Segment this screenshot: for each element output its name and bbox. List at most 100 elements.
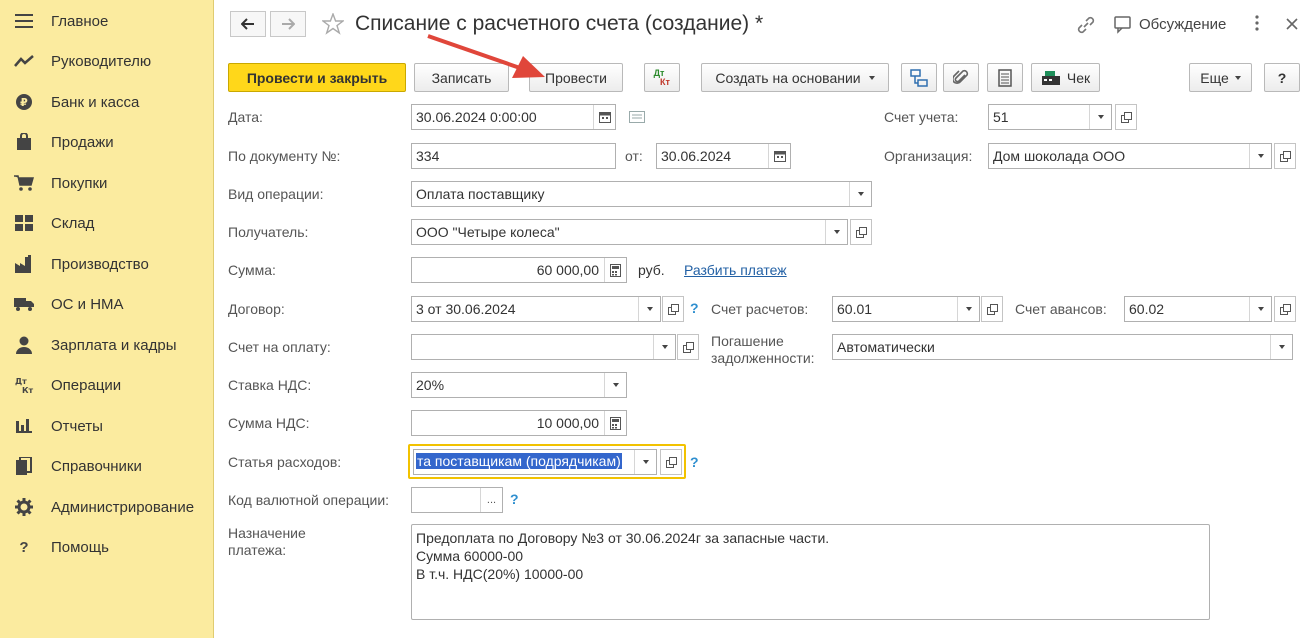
settlement-account-open-button[interactable] bbox=[981, 296, 1003, 322]
invoice-select[interactable] bbox=[411, 334, 676, 360]
vat-rate-dropdown-button[interactable] bbox=[604, 373, 626, 397]
more-button[interactable]: Еще bbox=[1189, 63, 1252, 92]
sidebar-item-purchases[interactable]: Покупки bbox=[0, 163, 214, 203]
calculator-button[interactable] bbox=[604, 258, 626, 282]
organization-open-button[interactable] bbox=[1274, 143, 1296, 169]
dt-kt-icon: Дт Кт bbox=[654, 68, 670, 87]
account-dropdown-button[interactable] bbox=[1089, 105, 1111, 129]
settlement-account-dropdown-button[interactable] bbox=[957, 297, 979, 321]
warehouse-icon bbox=[14, 213, 34, 233]
sidebar-item-label: Операции bbox=[51, 376, 122, 394]
recipient-open-button[interactable] bbox=[850, 219, 872, 245]
advance-account-dropdown-button[interactable] bbox=[1249, 297, 1271, 321]
date-input[interactable]: 30.06.2024 0:00:00 bbox=[411, 104, 616, 130]
vat-rate-select[interactable]: 20% bbox=[411, 372, 627, 398]
sidebar-item-label: Банк и касса bbox=[51, 93, 140, 111]
vat-sum-input[interactable]: 10 000,00 bbox=[411, 410, 627, 436]
calculator-button[interactable] bbox=[604, 411, 626, 435]
sidebar-item-directories[interactable]: Справочники bbox=[0, 446, 214, 486]
repayment-dropdown-button[interactable] bbox=[1270, 335, 1292, 359]
svg-text:Кт: Кт bbox=[22, 386, 34, 394]
close-icon[interactable] bbox=[1286, 17, 1298, 33]
discussion-button[interactable]: Обсуждение bbox=[1139, 16, 1226, 33]
star-icon[interactable] bbox=[320, 11, 346, 38]
help-button[interactable]: ? bbox=[1264, 63, 1300, 92]
comment-icon[interactable] bbox=[629, 110, 645, 126]
forward-button[interactable] bbox=[270, 11, 306, 37]
payment-purpose-textarea[interactable]: Предоплата по Договору №3 от 30.06.2024г… bbox=[411, 524, 1210, 620]
post-and-close-button[interactable]: Провести и закрыть bbox=[228, 63, 406, 92]
advance-account-select[interactable]: 60.02 bbox=[1124, 296, 1272, 322]
select-ellipsis-button[interactable]: ... bbox=[480, 488, 502, 512]
sidebar: Главное Руководителю ₽ Банк и касса Прод… bbox=[0, 0, 214, 638]
operation-type-dropdown-button[interactable] bbox=[849, 182, 871, 206]
account-select[interactable]: 51 bbox=[988, 104, 1112, 130]
print-list-button[interactable] bbox=[987, 63, 1023, 92]
chat-icon[interactable] bbox=[1114, 16, 1134, 37]
organization-dropdown-button[interactable] bbox=[1249, 144, 1271, 168]
sidebar-item-manager[interactable]: Руководителю bbox=[0, 41, 214, 81]
invoice-dropdown-button[interactable] bbox=[653, 335, 675, 359]
calendar-button[interactable] bbox=[593, 105, 615, 129]
sidebar-item-warehouse[interactable]: Склад bbox=[0, 203, 214, 243]
sidebar-item-payroll[interactable]: Зарплата и кадры bbox=[0, 325, 214, 365]
receipt-button[interactable]: Чек bbox=[1031, 63, 1100, 92]
currency-op-code-label: Код валютной операции: bbox=[228, 492, 390, 508]
expense-item-select[interactable]: та поставщикам (подрядчикам) bbox=[413, 449, 657, 475]
dt-kt-button[interactable]: Дт Кт bbox=[644, 63, 680, 92]
account-label: Счет учета: bbox=[884, 109, 959, 125]
shopping-bag-icon bbox=[14, 132, 34, 152]
create-based-on-button[interactable]: Создать на основании bbox=[701, 63, 889, 92]
from-date-value: 30.06.2024 bbox=[661, 148, 732, 164]
sidebar-item-label: Склад bbox=[51, 214, 95, 232]
recipient-select[interactable]: ООО "Четыре колеса" bbox=[411, 219, 848, 245]
organization-select[interactable]: Дом шоколада ООО bbox=[988, 143, 1272, 169]
currency-op-help-icon[interactable]: ? bbox=[510, 491, 519, 507]
currency-op-code-input[interactable]: ... bbox=[411, 487, 503, 513]
recipient-dropdown-button[interactable] bbox=[825, 220, 847, 244]
calendar-icon bbox=[773, 151, 786, 162]
account-open-button[interactable] bbox=[1115, 104, 1137, 130]
sidebar-item-label: Администрирование bbox=[51, 498, 195, 516]
contract-help-icon[interactable]: ? bbox=[690, 300, 699, 316]
doc-number-input[interactable]: 334 bbox=[411, 143, 616, 169]
link-icon[interactable] bbox=[1076, 15, 1096, 38]
settlement-account-label: Счет расчетов: bbox=[711, 301, 809, 317]
contract-dropdown-button[interactable] bbox=[638, 297, 660, 321]
payment-purpose-label: Назначение платежа: bbox=[228, 525, 306, 559]
invoice-open-button[interactable] bbox=[677, 334, 699, 360]
operation-type-select[interactable]: Оплата поставщику bbox=[411, 181, 872, 207]
sidebar-item-label: Производство bbox=[51, 255, 149, 273]
sidebar-item-reports[interactable]: Отчеты bbox=[0, 406, 214, 446]
back-button[interactable] bbox=[230, 11, 266, 37]
chevron-down-icon bbox=[868, 75, 875, 80]
arrow-left-icon bbox=[241, 18, 254, 30]
contract-open-button[interactable] bbox=[662, 296, 684, 322]
from-date-input[interactable]: 30.06.2024 bbox=[656, 143, 791, 169]
sidebar-item-production[interactable]: Производство bbox=[0, 244, 214, 284]
sidebar-item-sales[interactable]: Продажи bbox=[0, 122, 214, 162]
settlement-account-select[interactable]: 60.01 bbox=[832, 296, 980, 322]
expense-item-dropdown-button[interactable] bbox=[634, 450, 656, 474]
recipient-label: Получатель: bbox=[228, 224, 309, 240]
sidebar-item-admin[interactable]: Администрирование bbox=[0, 487, 214, 527]
sum-label: Сумма: bbox=[228, 262, 276, 278]
contract-select[interactable]: 3 от 30.06.2024 bbox=[411, 296, 661, 322]
expense-item-open-button[interactable] bbox=[660, 449, 682, 475]
structure-button[interactable] bbox=[901, 63, 937, 92]
sidebar-item-operations[interactable]: Дт Кт Операции bbox=[0, 365, 214, 405]
more-vertical-icon[interactable] bbox=[1254, 14, 1260, 35]
advance-account-open-button[interactable] bbox=[1274, 296, 1296, 322]
calendar-button[interactable] bbox=[768, 144, 790, 168]
attach-button[interactable] bbox=[943, 63, 979, 92]
sidebar-item-main[interactable]: Главное bbox=[0, 1, 214, 41]
payment-purpose-line: Сумма 60000-00 bbox=[416, 548, 524, 564]
chevron-down-icon bbox=[1278, 345, 1285, 349]
sidebar-item-bank[interactable]: ₽ Банк и касса bbox=[0, 82, 214, 122]
sum-input[interactable]: 60 000,00 bbox=[411, 257, 627, 283]
sidebar-item-help[interactable]: ? Помощь bbox=[0, 527, 214, 567]
sidebar-item-assets[interactable]: ОС и НМА bbox=[0, 284, 214, 324]
split-payment-link[interactable]: Разбить платеж bbox=[684, 262, 787, 278]
expense-item-help-icon[interactable]: ? bbox=[690, 454, 699, 470]
repayment-select[interactable]: Автоматически bbox=[832, 334, 1293, 360]
